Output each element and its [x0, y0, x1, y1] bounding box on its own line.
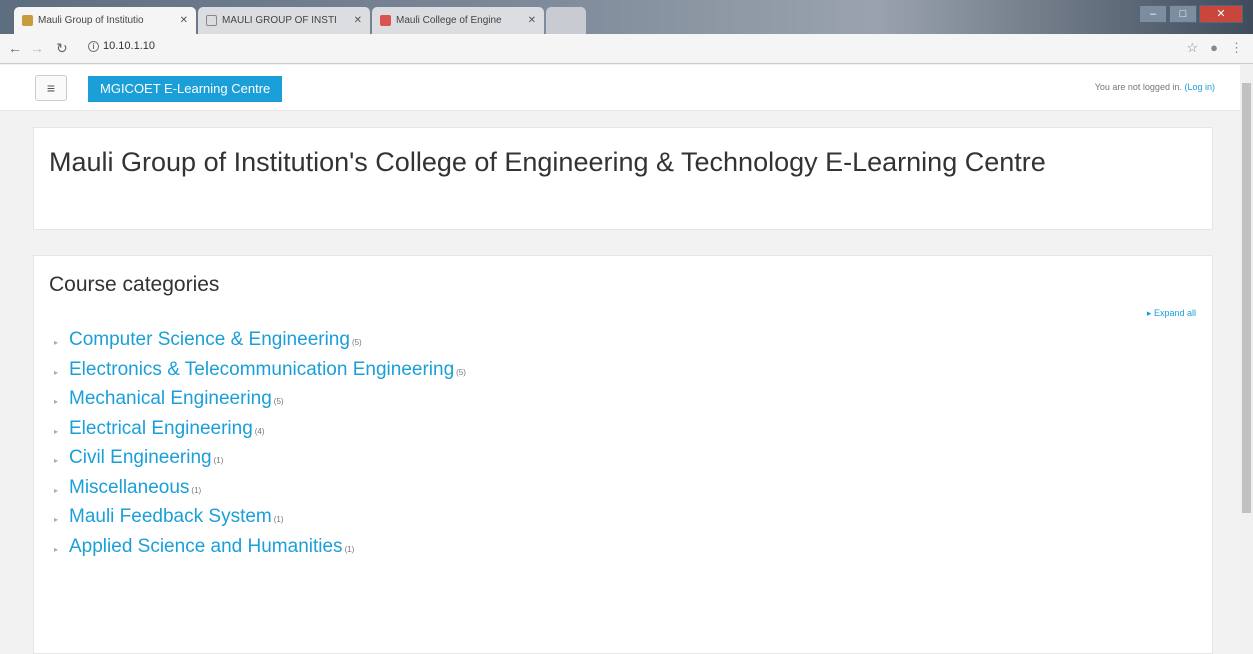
site-favicon-icon — [22, 15, 33, 26]
extension-icon[interactable]: ● — [1210, 40, 1218, 56]
back-icon[interactable]: ← — [8, 40, 22, 56]
category-link[interactable]: Miscellaneous — [69, 477, 189, 499]
category-item: ▸ Mechanical Engineering (5) — [54, 388, 466, 418]
site-favicon-icon — [380, 15, 391, 26]
info-icon[interactable]: i — [88, 41, 99, 52]
category-list: ▸ Computer Science & Engineering (5) ▸ E… — [54, 329, 466, 565]
category-count: (1) — [213, 456, 224, 465]
hamburger-menu-icon[interactable]: ≡ — [35, 75, 67, 101]
category-item: ▸ Electronics & Telecommunication Engine… — [54, 359, 466, 389]
category-item: ▸ Applied Science and Humanities (1) — [54, 536, 466, 566]
tab-title: Mauli Group of Institutio — [38, 15, 144, 26]
site-navbar: ≡ MGICOET E-Learning Centre You are not … — [0, 65, 1240, 111]
login-link[interactable]: (Log in) — [1184, 82, 1215, 92]
category-count: (5) — [456, 367, 466, 377]
close-window-icon[interactable]: ✕ — [1199, 5, 1243, 23]
minimize-icon[interactable]: – — [1139, 5, 1167, 23]
browser-tab-2[interactable]: MAULI GROUP OF INSTI ✕ — [198, 7, 370, 34]
url-field[interactable]: i 10.10.1.10 — [88, 40, 155, 52]
login-status-text: You are not logged in. — [1094, 82, 1182, 92]
expand-arrow-icon[interactable]: ▸ — [54, 368, 69, 377]
category-link[interactable]: Computer Science & Engineering — [69, 329, 350, 351]
expand-arrow-icon: ▸ — [1146, 308, 1152, 318]
category-count: (1) — [344, 544, 355, 554]
category-item: ▸ Mauli Feedback System (1) — [54, 506, 466, 536]
browser-menu-icon[interactable]: ⋮ — [1230, 40, 1243, 56]
browser-tab-bar: Mauli Group of Institutio ✕ MAULI GROUP … — [0, 0, 1253, 34]
category-item: ▸ Miscellaneous (1) — [54, 477, 466, 507]
maximize-icon[interactable]: □ — [1169, 5, 1197, 23]
bookmark-star-icon[interactable]: ☆ — [1186, 40, 1198, 56]
expand-arrow-icon[interactable]: ▸ — [54, 397, 69, 406]
category-link[interactable]: Mechanical Engineering — [69, 388, 272, 410]
close-tab-icon[interactable]: ✕ — [180, 15, 188, 26]
page-title: Mauli Group of Institution's College of … — [49, 147, 1046, 177]
expand-arrow-icon[interactable]: ▸ — [54, 545, 69, 554]
forward-icon[interactable]: → — [30, 40, 44, 56]
reload-icon[interactable]: ↻ — [56, 40, 68, 57]
expand-arrow-icon[interactable]: ▸ — [54, 427, 69, 436]
category-count: (1) — [191, 485, 202, 495]
expand-all-label: Expand all — [1153, 308, 1196, 318]
course-categories-card: Course categories ▸ Expand all ▸ Compute… — [33, 255, 1213, 654]
browser-tab-1[interactable]: Mauli Group of Institutio ✕ — [14, 7, 196, 34]
category-link[interactable]: Civil Engineering — [69, 447, 212, 469]
category-count: (4) — [254, 426, 265, 436]
url-text: 10.10.1.10 — [103, 40, 155, 52]
browser-tab-3[interactable]: Mauli College of Engine ✕ — [372, 7, 544, 34]
page-header-card: Mauli Group of Institution's College of … — [33, 127, 1213, 230]
scrollbar-thumb[interactable] — [1242, 83, 1251, 513]
expand-arrow-icon[interactable]: ▸ — [54, 515, 69, 524]
window-controls: – □ ✕ — [1139, 5, 1243, 23]
category-link[interactable]: Electronics & Telecommunication Engineer… — [69, 359, 454, 381]
expand-arrow-icon[interactable]: ▸ — [54, 456, 69, 465]
categories-heading: Course categories — [49, 273, 220, 296]
category-link[interactable]: Electrical Engineering — [69, 418, 253, 440]
category-item: ▸ Civil Engineering (1) — [54, 447, 466, 477]
tab-title: MAULI GROUP OF INSTI — [222, 15, 337, 26]
page-favicon-icon — [206, 15, 217, 26]
category-item: ▸ Electrical Engineering (4) — [54, 418, 466, 448]
site-brand-link[interactable]: MGICOET E-Learning Centre — [88, 76, 283, 102]
tab-title: Mauli College of Engine — [396, 15, 502, 26]
login-info: You are not logged in. (Log in) — [1095, 82, 1215, 92]
close-tab-icon[interactable]: ✕ — [528, 15, 536, 26]
expand-arrow-icon[interactable]: ▸ — [54, 486, 69, 495]
expand-all-link[interactable]: ▸ Expand all — [1147, 308, 1196, 319]
category-count: (1) — [273, 515, 284, 524]
category-count: (5) — [351, 338, 362, 347]
category-link[interactable]: Mauli Feedback System — [69, 506, 272, 528]
new-tab-button[interactable] — [546, 7, 586, 34]
close-tab-icon[interactable]: ✕ — [354, 15, 362, 26]
category-count: (5) — [273, 397, 284, 406]
expand-arrow-icon[interactable]: ▸ — [54, 338, 69, 347]
category-link[interactable]: Applied Science and Humanities — [69, 536, 343, 558]
page-scrollbar[interactable] — [1240, 65, 1253, 654]
category-item: ▸ Computer Science & Engineering (5) — [54, 329, 466, 359]
address-bar: ← → ↻ i 10.10.1.10 ☆ ● ⋮ — [0, 34, 1253, 64]
